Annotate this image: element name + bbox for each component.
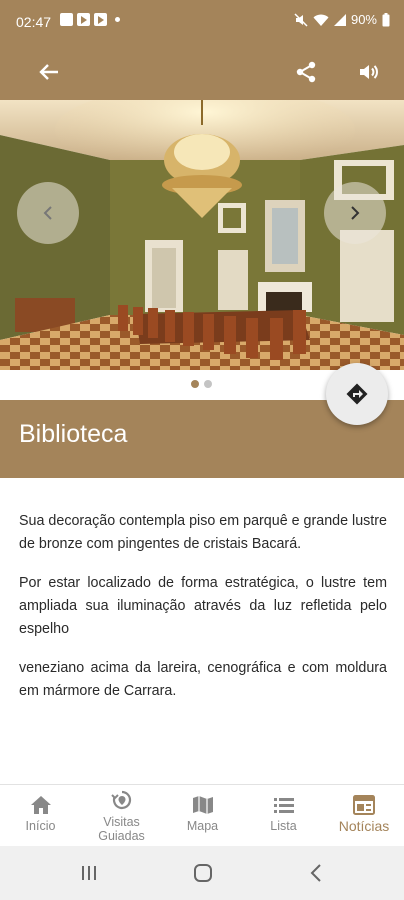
carousel-prev-button[interactable]: [17, 182, 79, 244]
system-back-button[interactable]: [308, 863, 324, 888]
app-toolbar: [0, 44, 404, 100]
directions-icon: [346, 383, 368, 405]
arrow-left-icon: [39, 64, 58, 80]
description-paragraph: Por estar localizado de forma estratégic…: [19, 575, 387, 637]
notification-icons: [60, 13, 120, 26]
chevron-left-icon: [43, 206, 52, 220]
description: Sua decoração contempla piso em parquê e…: [19, 510, 387, 719]
page-dot-active[interactable]: [191, 380, 199, 388]
nav-label: Notícias: [338, 818, 390, 834]
share-icon: [296, 61, 316, 83]
nav-label: Mapa: [186, 819, 219, 833]
youtube-notification-icon: [77, 13, 90, 26]
nav-item-visitas-guiadas[interactable]: Visitas Guiadas: [81, 785, 162, 847]
carousel-next-button[interactable]: [324, 182, 386, 244]
system-status-icons: 90%: [294, 12, 390, 27]
system-navigation-bar: [0, 846, 404, 900]
description-paragraph: veneziano acima da lareira, cenográfica …: [19, 660, 387, 699]
page-dot[interactable]: [204, 380, 212, 388]
description-paragraph: Sua decoração contempla piso em parquê e…: [19, 513, 387, 552]
gallery-notification-icon: [60, 13, 73, 26]
map-icon: [192, 796, 213, 814]
bottom-navigation: Início Visitas Guiadas Mapa Lista Notíci…: [0, 784, 404, 846]
wifi-icon: [313, 14, 329, 26]
mute-icon: [294, 12, 308, 27]
directions-button[interactable]: [326, 363, 388, 425]
page-title: Biblioteca: [19, 420, 128, 448]
nav-item-lista[interactable]: Lista: [243, 785, 324, 847]
nav-label: Visitas Guiadas: [98, 815, 145, 843]
home-icon: [30, 796, 51, 814]
nav-label: Lista: [270, 819, 297, 833]
chevron-left-icon: [310, 864, 321, 882]
volume-icon: [360, 65, 378, 79]
list-icon: [273, 798, 294, 813]
recent-apps-button[interactable]: [80, 864, 98, 887]
nav-item-inicio[interactable]: Início: [0, 785, 81, 847]
guided-tour-icon: [110, 790, 131, 810]
more-notifications-icon: [115, 17, 120, 22]
audio-button[interactable]: [351, 54, 387, 90]
nav-label: Início: [25, 819, 56, 833]
nav-item-mapa[interactable]: Mapa: [162, 785, 243, 847]
nav-item-noticias[interactable]: Notícias: [324, 785, 404, 847]
image-carousel[interactable]: [0, 100, 404, 370]
home-button[interactable]: [193, 863, 213, 888]
youtube-notification-icon-2: [94, 13, 107, 26]
back-button[interactable]: [31, 54, 67, 90]
signal-icon: [333, 13, 346, 26]
news-icon: [353, 795, 375, 815]
status-bar: 02:47 90%: [0, 0, 404, 44]
status-time: 02:47: [16, 14, 52, 30]
chevron-right-icon: [351, 206, 360, 220]
recent-apps-icon: [82, 866, 96, 880]
home-circle-icon: [194, 864, 212, 882]
battery-percent: 90%: [350, 12, 377, 27]
share-button[interactable]: [288, 54, 324, 90]
battery-icon: [382, 12, 390, 26]
